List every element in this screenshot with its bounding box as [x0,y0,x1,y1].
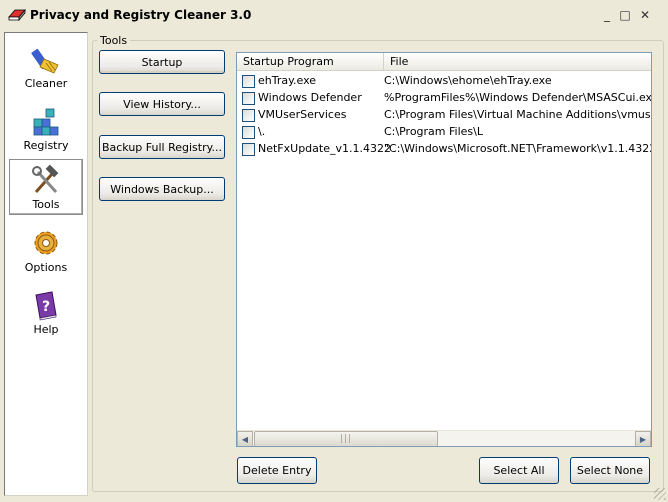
maximize-button[interactable]: □ [618,8,632,22]
windows-backup-button[interactable]: Windows Backup... [99,177,225,201]
sidebar-item-tools[interactable]: Tools [9,159,83,215]
table-row[interactable]: NetFxUpdate_v1.1.4322 "C:\Windows\Micros… [237,141,651,158]
row-checkbox[interactable] [242,109,255,122]
table-row[interactable]: ehTray.exe C:\Windows\ehome\ehTray.exe [237,73,651,90]
select-all-button[interactable]: Select All [479,457,559,484]
sidebar-item-label: Options [24,261,68,274]
sidebar: Cleaner Registry Tools Options ? Help [4,32,88,496]
sidebar-item-label: Cleaner [24,77,68,90]
sidebar-item-cleaner[interactable]: Cleaner [9,39,83,95]
sidebar-item-label: Registry [23,139,69,152]
row-checkbox[interactable] [242,75,255,88]
sidebar-item-label: Help [33,323,59,336]
scroll-right-icon[interactable]: ▶ [635,431,651,446]
svg-text:?: ? [42,299,50,315]
row-file: C:\Program Files\Virtual Machine Additio… [384,108,651,121]
tools-group-title: Tools [97,34,131,47]
registry-cubes-icon [33,108,59,136]
eraser-app-icon [8,9,26,21]
tools-icon [32,164,59,194]
row-file: "C:\Windows\Microsoft.NET\Framework\v1.1… [384,142,651,155]
row-program: NetFxUpdate_v1.1.4322 [258,142,391,155]
sidebar-item-registry[interactable]: Registry [9,101,83,157]
title-bar: Privacy and Registry Cleaner 3.0 _ □ ✕ [0,0,668,30]
row-program: Windows Defender [258,91,362,104]
table-row[interactable]: \. C:\Program Files\L [237,124,651,141]
row-file: C:\Program Files\L [384,125,483,138]
scroll-left-icon[interactable]: ◀ [237,431,253,446]
row-checkbox[interactable] [242,143,255,156]
table-row[interactable]: VMUserServices C:\Program Files\Virtual … [237,107,651,124]
sidebar-item-help[interactable]: ? Help [9,285,83,341]
row-checkbox[interactable] [242,126,255,139]
column-header-startup-program[interactable]: Startup Program [237,53,384,71]
row-file: %ProgramFiles%\Windows Defender\MSASCui.… [384,91,651,104]
gear-icon [34,231,58,255]
table-row[interactable]: Windows Defender %ProgramFiles%\Windows … [237,90,651,107]
startup-button[interactable]: Startup [99,50,225,74]
close-button[interactable]: ✕ [638,8,652,22]
window-title: Privacy and Registry Cleaner 3.0 [30,8,252,22]
minimize-button[interactable]: _ [600,8,614,22]
help-book-icon: ? [35,291,57,321]
column-header-file[interactable]: File [384,53,651,71]
sidebar-item-options[interactable]: Options [9,223,83,279]
row-file: C:\Windows\ehome\ehTray.exe [384,74,552,87]
resize-grip[interactable] [654,488,666,500]
broom-icon [31,48,59,74]
list-header: Startup Program File [237,53,651,71]
view-history-button[interactable]: View History... [99,92,225,116]
sidebar-item-label: Tools [32,198,60,211]
row-checkbox[interactable] [242,92,255,105]
startup-program-list[interactable]: Startup Program File ehTray.exe C:\Windo… [236,52,652,447]
horizontal-scrollbar[interactable]: ◀ ||| ▶ [237,430,651,446]
backup-full-registry-button[interactable]: Backup Full Registry... [99,135,225,159]
row-program: \. [258,125,266,138]
row-program: ehTray.exe [258,74,317,87]
scroll-thumb[interactable]: ||| [254,431,438,446]
row-program: VMUserServices [258,108,347,121]
delete-entry-button[interactable]: Delete Entry [237,457,317,484]
select-none-button[interactable]: Select None [570,457,650,484]
